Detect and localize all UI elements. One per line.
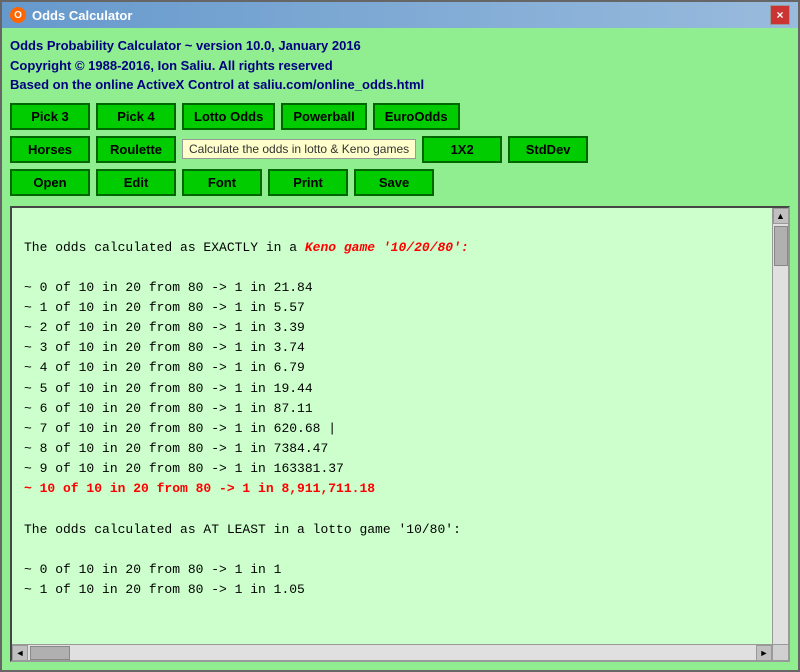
output-line: ~ 4 of 10 in 20 from 80 -> 1 in 6.79 (24, 358, 760, 378)
scroll-thumb-h[interactable] (30, 646, 70, 660)
output-line: The odds calculated as EXACTLY in a Keno… (24, 238, 760, 258)
main-window: O Odds Calculator × Odds Probability Cal… (0, 0, 800, 672)
scroll-track-h[interactable] (28, 645, 756, 660)
lotto-odds-button[interactable]: Lotto Odds (182, 103, 275, 130)
horizontal-scrollbar[interactable]: ◄ ► (12, 644, 772, 660)
content-area: The odds calculated as EXACTLY in a Keno… (10, 206, 790, 663)
button-row-2: Horses Roulette Calculate the odds in lo… (10, 136, 790, 163)
euro-odds-button[interactable]: EuroOdds (373, 103, 460, 130)
vertical-scrollbar[interactable]: ▲ ▼ (772, 208, 788, 661)
header-line2: Copyright © 1988-2016, Ion Saliu. All ri… (10, 56, 790, 76)
scroll-track-v[interactable] (773, 224, 788, 645)
output-line: ~ 0 of 10 in 20 from 80 -> 1 in 21.84 (24, 278, 760, 298)
output-line (24, 218, 760, 238)
output-line: ~ 3 of 10 in 20 from 80 -> 1 in 3.74 (24, 338, 760, 358)
scroll-up-button[interactable]: ▲ (773, 208, 789, 224)
horses-button[interactable]: Horses (10, 136, 90, 163)
button-row-3: Open Edit Font Print Save (10, 169, 790, 196)
close-button[interactable]: × (770, 5, 790, 25)
output-line: ~ 2 of 10 in 20 from 80 -> 1 in 3.39 (24, 318, 760, 338)
output-line (24, 499, 760, 519)
pick3-button[interactable]: Pick 3 (10, 103, 90, 130)
output-line (24, 540, 760, 560)
output-line (24, 258, 760, 278)
output-line: ~ 1 of 10 in 20 from 80 -> 1 in 1.05 (24, 580, 760, 600)
scroll-right-button[interactable]: ► (756, 645, 772, 661)
output-line: ~ 0 of 10 in 20 from 80 -> 1 in 1 (24, 560, 760, 580)
scrollbar-corner (772, 644, 788, 660)
output-line: ~ 9 of 10 in 20 from 80 -> 1 in 163381.3… (24, 459, 760, 479)
output-line: ~ 5 of 10 in 20 from 80 -> 1 in 19.44 (24, 379, 760, 399)
scroll-left-button[interactable]: ◄ (12, 645, 28, 661)
output-line: ~ 1 of 10 in 20 from 80 -> 1 in 5.57 (24, 298, 760, 318)
header-text: Odds Probability Calculator ~ version 10… (10, 36, 790, 95)
text-output[interactable]: The odds calculated as EXACTLY in a Keno… (12, 208, 772, 661)
open-button[interactable]: Open (10, 169, 90, 196)
output-line: ~ 6 of 10 in 20 from 80 -> 1 in 87.11 (24, 399, 760, 419)
title-bar: O Odds Calculator × (2, 2, 798, 28)
save-button[interactable]: Save (354, 169, 434, 196)
roulette-button[interactable]: Roulette (96, 136, 176, 163)
1x2-button[interactable]: 1X2 (422, 136, 502, 163)
powerball-button[interactable]: Powerball (281, 103, 366, 130)
output-line: ~ 10 of 10 in 20 from 80 -> 1 in 8,911,7… (24, 479, 760, 499)
font-button[interactable]: Font (182, 169, 262, 196)
app-body: Odds Probability Calculator ~ version 10… (2, 28, 798, 670)
button-row-1: Pick 3 Pick 4 Lotto Odds Powerball EuroO… (10, 103, 790, 130)
stddev-button[interactable]: StdDev (508, 136, 588, 163)
tooltip-label: Calculate the odds in lotto & Keno games (182, 139, 416, 159)
edit-button[interactable]: Edit (96, 169, 176, 196)
scroll-thumb-v[interactable] (774, 226, 788, 266)
title-bar-left: O Odds Calculator (10, 7, 132, 23)
output-line: ~ 8 of 10 in 20 from 80 -> 1 in 7384.47 (24, 439, 760, 459)
output-line: The odds calculated as AT LEAST in a lot… (24, 520, 760, 540)
output-line: ~ 7 of 10 in 20 from 80 -> 1 in 620.68 | (24, 419, 760, 439)
app-icon: O (10, 7, 26, 23)
window-title: Odds Calculator (32, 8, 132, 23)
pick4-button[interactable]: Pick 4 (96, 103, 176, 130)
header-line3: Based on the online ActiveX Control at s… (10, 75, 790, 95)
header-line1: Odds Probability Calculator ~ version 10… (10, 36, 790, 56)
print-button[interactable]: Print (268, 169, 348, 196)
